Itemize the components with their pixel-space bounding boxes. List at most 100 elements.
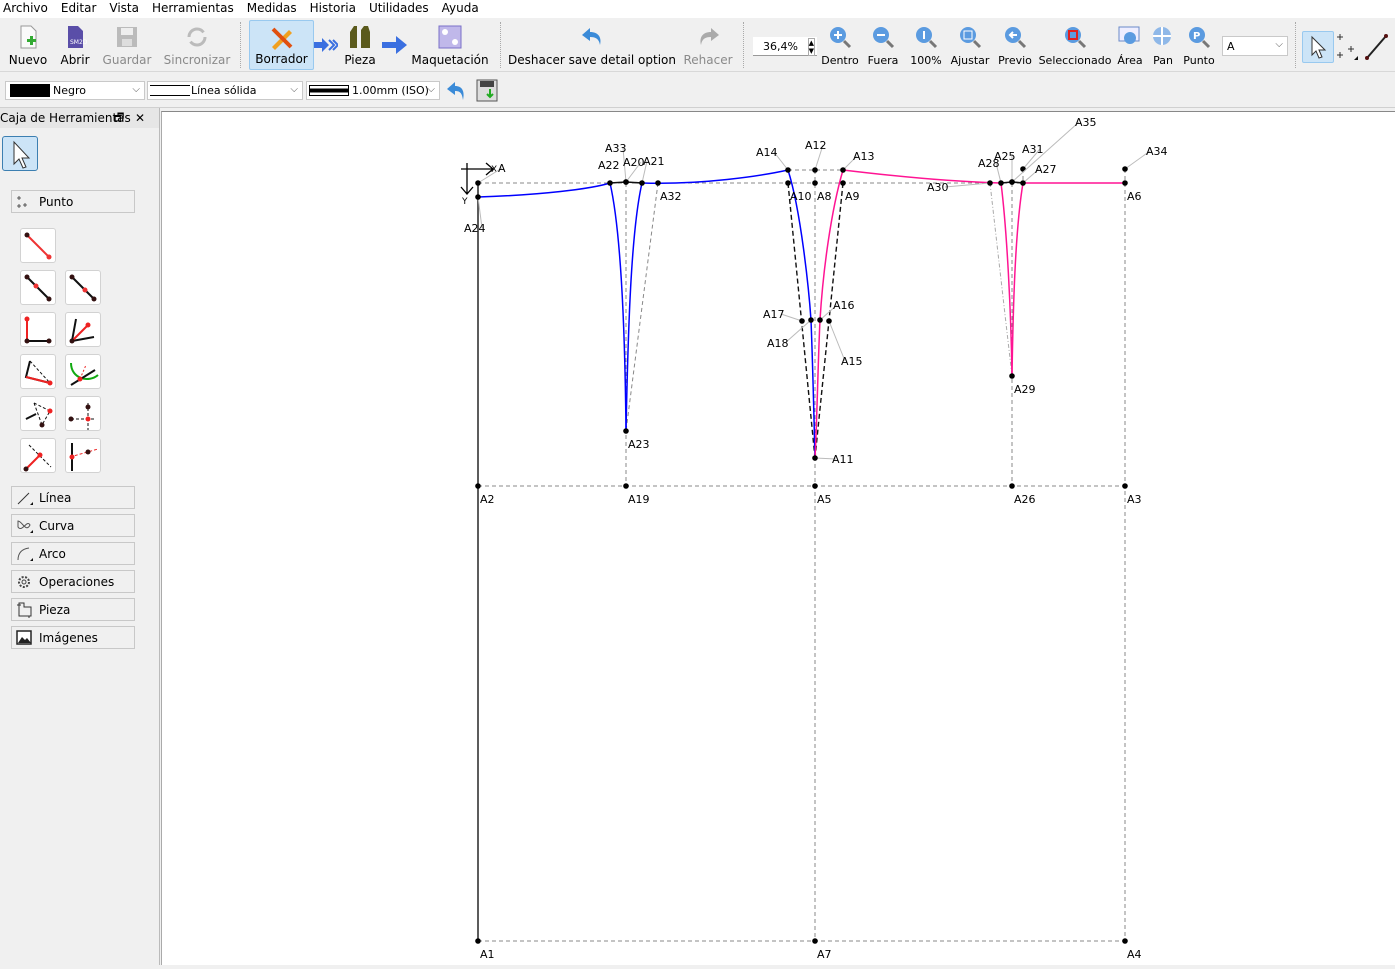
point-a6[interactable] — [1122, 180, 1128, 186]
pointer-tool-button[interactable] — [1302, 31, 1334, 63]
point-tool-button[interactable] — [20, 270, 56, 305]
point-tool-button[interactable] — [20, 438, 56, 473]
line-color-select[interactable]: Negro ⌵ — [5, 81, 145, 100]
point-tool-button[interactable] — [20, 312, 56, 347]
group-imagenes[interactable]: Imágenes — [11, 626, 135, 649]
point-a[interactable] — [475, 180, 481, 186]
menu-ayuda[interactable]: Ayuda — [439, 0, 487, 18]
point-a28[interactable] — [998, 180, 1004, 186]
point-label[interactable]: A33 — [605, 142, 627, 155]
point-label[interactable]: A34 — [1146, 145, 1168, 158]
draft-mode-button[interactable]: Borrador — [249, 20, 314, 70]
point-label[interactable]: A7 — [817, 948, 832, 961]
point-a2[interactable] — [475, 483, 481, 489]
point-a11[interactable] — [812, 455, 818, 461]
zoom-100-button[interactable]: 100% — [906, 20, 946, 70]
new-button[interactable]: Nuevo — [6, 20, 50, 70]
zoom-previous-button[interactable]: Previo — [996, 20, 1034, 70]
point-label[interactable]: A19 — [628, 493, 650, 506]
close-icon[interactable]: ✕ — [135, 111, 145, 125]
point-a34[interactable] — [1122, 166, 1128, 172]
dart-curve[interactable] — [609, 182, 627, 432]
point-a14[interactable] — [785, 167, 791, 173]
point-label[interactable]: A23 — [628, 438, 650, 451]
waist-curve[interactable] — [477, 182, 611, 198]
point-label[interactable]: A22 — [598, 159, 620, 172]
point-a26[interactable] — [1009, 483, 1015, 489]
group-arco[interactable]: Arco — [11, 542, 135, 565]
float-icon[interactable]: 🗗 — [114, 109, 124, 128]
redo-button[interactable]: Rehacer — [680, 20, 736, 70]
undo-button[interactable]: Deshacer save detail option — [508, 20, 676, 70]
point-a17[interactable] — [799, 318, 805, 324]
line-weight-select[interactable]: 1.00mm (ISO) ⌵ — [306, 81, 440, 100]
point-tool-button[interactable] — [65, 354, 101, 389]
point-a13[interactable] — [840, 167, 846, 173]
point-label[interactable]: A13 — [853, 150, 875, 163]
group-punto[interactable]: Punto — [11, 190, 135, 213]
dart-curve[interactable] — [1011, 182, 1024, 377]
point-tool-button[interactable] — [65, 270, 101, 305]
pattern-drawing[interactable]: X Y AA24A2A1A22A33A20A21A32A23A19A14A12A… — [162, 112, 1395, 966]
point-a16[interactable] — [817, 317, 823, 323]
point-a29[interactable] — [1009, 373, 1015, 379]
zoom-fit-button[interactable]: Ajustar — [950, 20, 990, 70]
point-label[interactable]: A32 — [660, 190, 682, 203]
point-label[interactable]: A3 — [1127, 493, 1142, 506]
point-a30[interactable] — [987, 180, 993, 186]
select-tool-button[interactable] — [2, 136, 38, 171]
dart-curve[interactable] — [1000, 182, 1013, 377]
zoom-point-button[interactable]: P Punto — [1182, 20, 1216, 70]
point-a19[interactable] — [623, 483, 629, 489]
point-label[interactable]: A35 — [1075, 116, 1097, 129]
waist-curve[interactable] — [641, 169, 789, 185]
point-label[interactable]: A — [498, 162, 506, 175]
point-label[interactable]: A18 — [767, 337, 789, 350]
drawing-canvas[interactable]: X Y A A24 A2 A1 A22 A33 A20 A21 A32 A23 A19 A14 A12 A… — [161, 111, 1395, 965]
menu-utilidades[interactable]: Utilidades — [366, 0, 437, 18]
point-label[interactable]: A25 — [994, 150, 1016, 163]
zoom-spinbox[interactable]: 36,4% ▲ ▼ — [753, 37, 817, 56]
point-a9[interactable] — [840, 180, 846, 186]
point-a7[interactable] — [812, 938, 818, 944]
point-a15[interactable] — [826, 318, 832, 324]
point-label[interactable]: A12 — [805, 139, 827, 152]
point-tool-button[interactable] — [20, 354, 56, 389]
point-a24[interactable] — [475, 194, 481, 200]
point-tool-button[interactable] — [65, 312, 101, 347]
point-label[interactable]: A2 — [480, 493, 495, 506]
point-a12[interactable] — [812, 167, 818, 173]
apply-save-icon[interactable] — [476, 79, 498, 103]
point-tool-icon[interactable] — [1336, 32, 1360, 62]
layout-mode-button[interactable]: Maquetación — [410, 20, 490, 70]
group-linea[interactable]: Línea — [11, 486, 135, 509]
point-label[interactable]: A16 — [833, 299, 855, 312]
guide-line[interactable] — [625, 182, 659, 432]
point-a22[interactable] — [607, 180, 613, 186]
point-label[interactable]: A31 — [1022, 143, 1044, 156]
point-tool-button[interactable] — [20, 396, 56, 431]
point-a20[interactable] — [623, 179, 629, 185]
point-label[interactable]: A1 — [480, 948, 495, 961]
point-label[interactable]: A27 — [1035, 163, 1057, 176]
point-label[interactable]: A30 — [927, 181, 949, 194]
piece-mode-button[interactable]: Pieza — [340, 20, 380, 70]
point-a27[interactable] — [1020, 180, 1026, 186]
zoom-out-button[interactable]: Fuera — [864, 20, 902, 70]
menu-historia[interactable]: Historia — [307, 0, 364, 18]
point-label[interactable]: A21 — [643, 155, 665, 168]
group-pieza[interactable]: Pieza — [11, 598, 135, 621]
pattern-block-select[interactable]: A ⌵ — [1222, 36, 1288, 56]
point-label[interactable]: A20 — [623, 156, 645, 169]
group-operaciones[interactable]: Operaciones — [11, 570, 135, 593]
dart-curve[interactable] — [625, 182, 643, 432]
point-label[interactable]: A10 — [790, 190, 812, 203]
point-a4[interactable] — [1122, 938, 1128, 944]
point-tool-button[interactable] — [65, 396, 101, 431]
point-tool-button[interactable] — [65, 438, 101, 473]
point-a35[interactable] — [1009, 179, 1015, 185]
open-button[interactable]: SM2D Abrir — [56, 20, 94, 70]
menu-vista[interactable]: Vista — [106, 0, 147, 18]
point-label[interactable]: A5 — [817, 493, 832, 506]
point-a21[interactable] — [639, 180, 645, 186]
